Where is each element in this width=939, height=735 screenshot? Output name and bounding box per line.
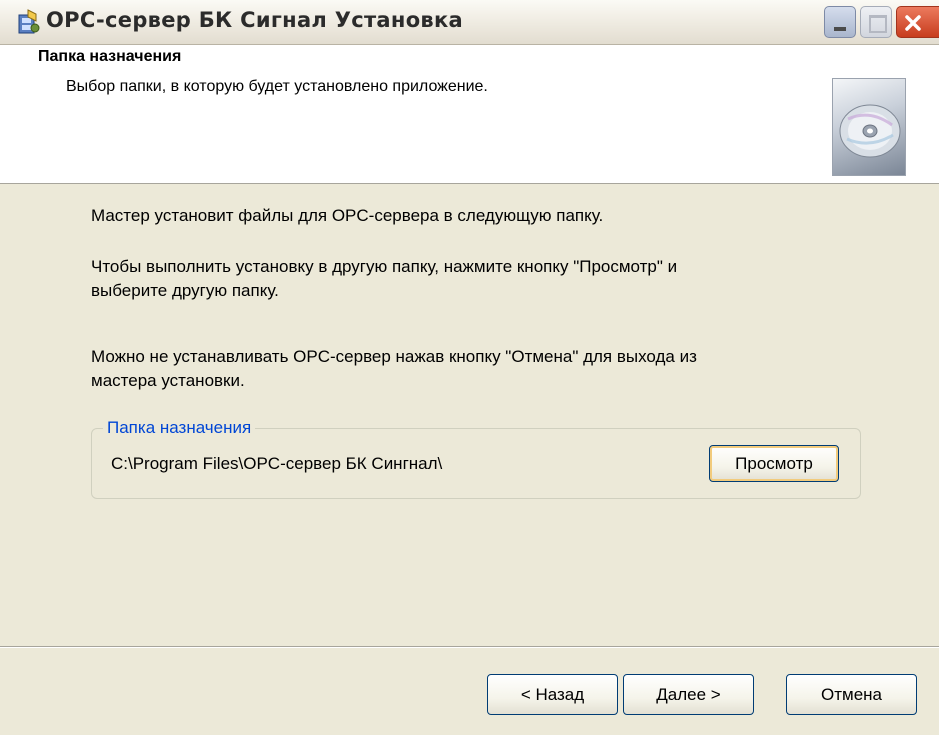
cd-disc-icon [832, 78, 906, 176]
minimize-button[interactable] [824, 6, 856, 38]
browse-button[interactable]: Просмотр [709, 445, 839, 482]
installer-window: OPC-сервер БК Сигнал Установка Папка наз… [0, 0, 939, 735]
close-icon [905, 15, 921, 31]
back-button[interactable]: < Назад [487, 674, 618, 715]
cancel-hint-line1: Можно не устанавливать OPC-сервер нажав … [91, 347, 697, 366]
window-title: OPC-сервер БК Сигнал Установка [46, 8, 464, 32]
cancel-button[interactable]: Отмена [786, 674, 917, 715]
browse-hint-line1: Чтобы выполнить установку в другую папку… [91, 257, 678, 276]
installer-icon [16, 9, 40, 35]
destination-path: C:\Program Files\OPC-сервер БК Сингнал\ [111, 454, 443, 473]
browse-hint-line2: выберите другую папку. [91, 281, 279, 300]
close-button[interactable] [896, 6, 939, 38]
title-bar[interactable]: OPC-сервер БК Сигнал Установка [0, 0, 939, 45]
footer-divider [0, 646, 939, 648]
minimize-icon [834, 27, 846, 31]
page-title: Папка назначения [38, 48, 182, 65]
maximize-icon [869, 15, 887, 33]
page-subtitle: Выбор папки, в которую будет установлено… [66, 78, 488, 95]
next-button[interactable]: Далее > [623, 674, 754, 715]
intro-text: Мастер установит файлы для OPC-сервера в… [91, 206, 604, 225]
destination-folder-legend: Папка назначения [103, 418, 256, 438]
maximize-button[interactable] [860, 6, 892, 38]
cancel-hint-line2: мастера установки. [91, 371, 245, 390]
